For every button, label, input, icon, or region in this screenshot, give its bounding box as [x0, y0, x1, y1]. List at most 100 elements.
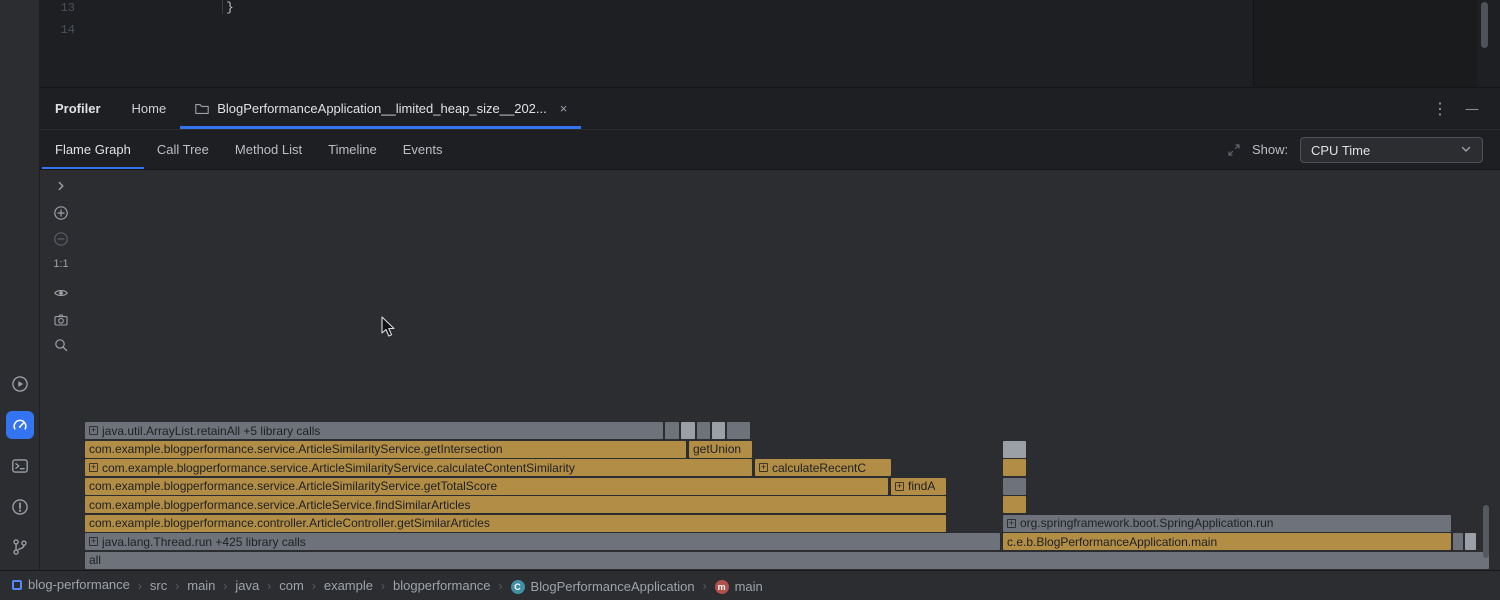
view-tab-timeline[interactable]: Timeline: [315, 130, 390, 169]
left-tool-stripe: [0, 0, 40, 570]
zoom-out-icon[interactable]: [53, 231, 69, 247]
breadcrumb-label: example: [324, 578, 373, 593]
search-icon[interactable]: [53, 337, 69, 353]
flame-frame[interactable]: [1453, 533, 1463, 550]
run-profiler-icon[interactable]: [11, 375, 29, 393]
frame-label: java.util.ArrayList.retainAll +5 library…: [102, 424, 320, 438]
breadcrumb-label: src: [150, 578, 167, 593]
flame-frame[interactable]: [697, 422, 710, 439]
flame-frame[interactable]: + org.springframework.boot.SpringApplicat…: [1003, 515, 1451, 532]
frame-label: com.example.blogperformance.service.Arti…: [89, 498, 470, 512]
camera-icon[interactable]: [53, 312, 69, 328]
expand-icon[interactable]: +: [759, 463, 768, 472]
profiler-toolwindow-icon[interactable]: [6, 411, 34, 439]
scale-to-fit-icon[interactable]: [1226, 142, 1242, 161]
tab-home-label: Home: [132, 101, 167, 116]
frame-label: calculateRecentC: [772, 461, 866, 475]
view-tab-flame-graph[interactable]: Flame Graph: [42, 130, 144, 169]
flame-frame[interactable]: [665, 422, 679, 439]
zoom-in-icon[interactable]: [53, 205, 69, 221]
editor-pane[interactable]: 13 14 }: [40, 0, 1500, 88]
frame-label: com.example.blogperformance.service.Arti…: [89, 442, 503, 456]
frame-label: java.lang.Thread.run +425 library calls: [102, 535, 306, 549]
problems-icon[interactable]: [11, 498, 29, 516]
frame-label: com.example.blogperformance.controller.A…: [89, 516, 490, 530]
editor-right-margin: [1253, 0, 1477, 87]
breadcrumb-item-blogperformanceapplication[interactable]: CBlogPerformanceApplication: [511, 579, 695, 594]
breadcrumb: blog-performance › src › main › java › com › examp…: [12, 577, 763, 594]
breadcrumb-separator: ›: [499, 579, 503, 593]
breadcrumb-label: BlogPerformanceApplication: [531, 579, 695, 594]
expand-icon[interactable]: +: [895, 482, 904, 491]
view-tab-method-list[interactable]: Method List: [222, 130, 315, 169]
expand-icon[interactable]: +: [1007, 519, 1016, 528]
breadcrumb-separator: ›: [138, 579, 142, 593]
show-dropdown-value: CPU Time: [1311, 143, 1458, 158]
flame-frame[interactable]: com.example.blogperformance.service.Arti…: [85, 441, 686, 458]
indent-guide: [222, 0, 223, 14]
flame-frame[interactable]: com.example.blogperformance.service.Arti…: [85, 478, 888, 495]
editor-scrollbar[interactable]: [1481, 2, 1488, 48]
show-dropdown[interactable]: CPU Time: [1300, 137, 1483, 163]
breadcrumb-item-java[interactable]: java: [235, 578, 259, 593]
version-control-icon[interactable]: [11, 538, 29, 556]
breadcrumb-item-blogperformance[interactable]: blogperformance: [393, 578, 491, 593]
flame-frame[interactable]: +findA: [891, 478, 946, 495]
flame-frame[interactable]: [712, 422, 725, 439]
frame-label: com.example.blogperformance.service.Arti…: [102, 461, 575, 475]
breadcrumb-item-main[interactable]: mmain: [715, 579, 763, 594]
editor-gutter: 13 14: [55, 0, 75, 41]
zoom-reset-button[interactable]: 1:1: [49, 258, 73, 270]
view-tab-events[interactable]: Events: [390, 130, 456, 169]
flame-frame[interactable]: [1003, 459, 1026, 476]
view-tabs-row: Flame GraphCall TreeMethod ListTimelineE…: [40, 130, 1500, 170]
tab-home[interactable]: Home: [120, 88, 179, 129]
flame-frame[interactable]: com.example.blogperformance.service.Arti…: [85, 496, 946, 513]
flame-frame[interactable]: [727, 422, 750, 439]
hide-toolwindow-icon[interactable]: —: [1460, 97, 1484, 121]
expand-panel-icon[interactable]: [53, 178, 69, 194]
flame-frame[interactable]: [681, 422, 695, 439]
flame-frame[interactable]: [1465, 533, 1476, 550]
breadcrumb-item-blog-performance[interactable]: blog-performance: [12, 577, 130, 592]
flame-frame[interactable]: [1003, 478, 1026, 495]
expand-icon[interactable]: +: [89, 537, 98, 546]
breadcrumb-separator: ›: [703, 579, 707, 593]
breadcrumb-separator: ›: [223, 579, 227, 593]
toolwindow-title: Profiler: [55, 101, 101, 116]
application-window: 13 14 } Profiler Home BlogPerformanceApp…: [0, 0, 1500, 600]
flame-frame[interactable]: [1003, 496, 1026, 513]
breadcrumb-item-com[interactable]: com: [279, 578, 304, 593]
flame-graph-area: 1:1 + java.util.ArrayList.retainAll +5 li…: [40, 170, 1500, 570]
flame-frame[interactable]: [1003, 441, 1026, 458]
expand-icon[interactable]: +: [89, 463, 98, 472]
expand-icon[interactable]: +: [89, 426, 98, 435]
more-options-icon[interactable]: ⋮: [1428, 97, 1452, 121]
chevron-down-icon: [1458, 141, 1474, 160]
code-line: }: [226, 0, 234, 19]
flame-frame[interactable]: c.e.b.BlogPerformanceApplication.main: [1003, 533, 1451, 550]
terminal-icon[interactable]: [11, 457, 29, 475]
frame-label: getUnion: [693, 442, 741, 456]
breadcrumb-separator: ›: [312, 579, 316, 593]
view-tab-call-tree[interactable]: Call Tree: [144, 130, 222, 169]
flame-frame[interactable]: getUnion: [689, 441, 752, 458]
eye-icon[interactable]: [53, 285, 69, 301]
flame-frame[interactable]: + java.lang.Thread.run +425 library calls: [85, 533, 1000, 550]
close-icon[interactable]: ×: [560, 101, 568, 116]
flame-frame[interactable]: + calculateRecentC: [755, 459, 891, 476]
flame-frame[interactable]: + java.util.ArrayList.retainAll +5 librar…: [85, 422, 663, 439]
frame-label: org.springframework.boot.SpringApplicati…: [1020, 516, 1273, 530]
breadcrumb-item-example[interactable]: example: [324, 578, 373, 593]
flame-frame[interactable]: + com.example.blogperformance.service.Art…: [85, 459, 752, 476]
frame-label: all: [89, 553, 101, 567]
breadcrumb-item-src[interactable]: src: [150, 578, 167, 593]
breadcrumb-item-main[interactable]: main: [187, 578, 215, 593]
flame-frame[interactable]: com.example.blogperformance.controller.A…: [85, 515, 946, 532]
tab-session[interactable]: BlogPerformanceApplication__limited_heap…: [180, 88, 581, 129]
breadcrumb-label: com: [279, 578, 304, 593]
breadcrumb-separator: ›: [381, 579, 385, 593]
flame-scrollbar[interactable]: [1483, 505, 1489, 558]
flame-frame[interactable]: all: [85, 552, 1489, 569]
breadcrumb-separator: ›: [267, 579, 271, 593]
